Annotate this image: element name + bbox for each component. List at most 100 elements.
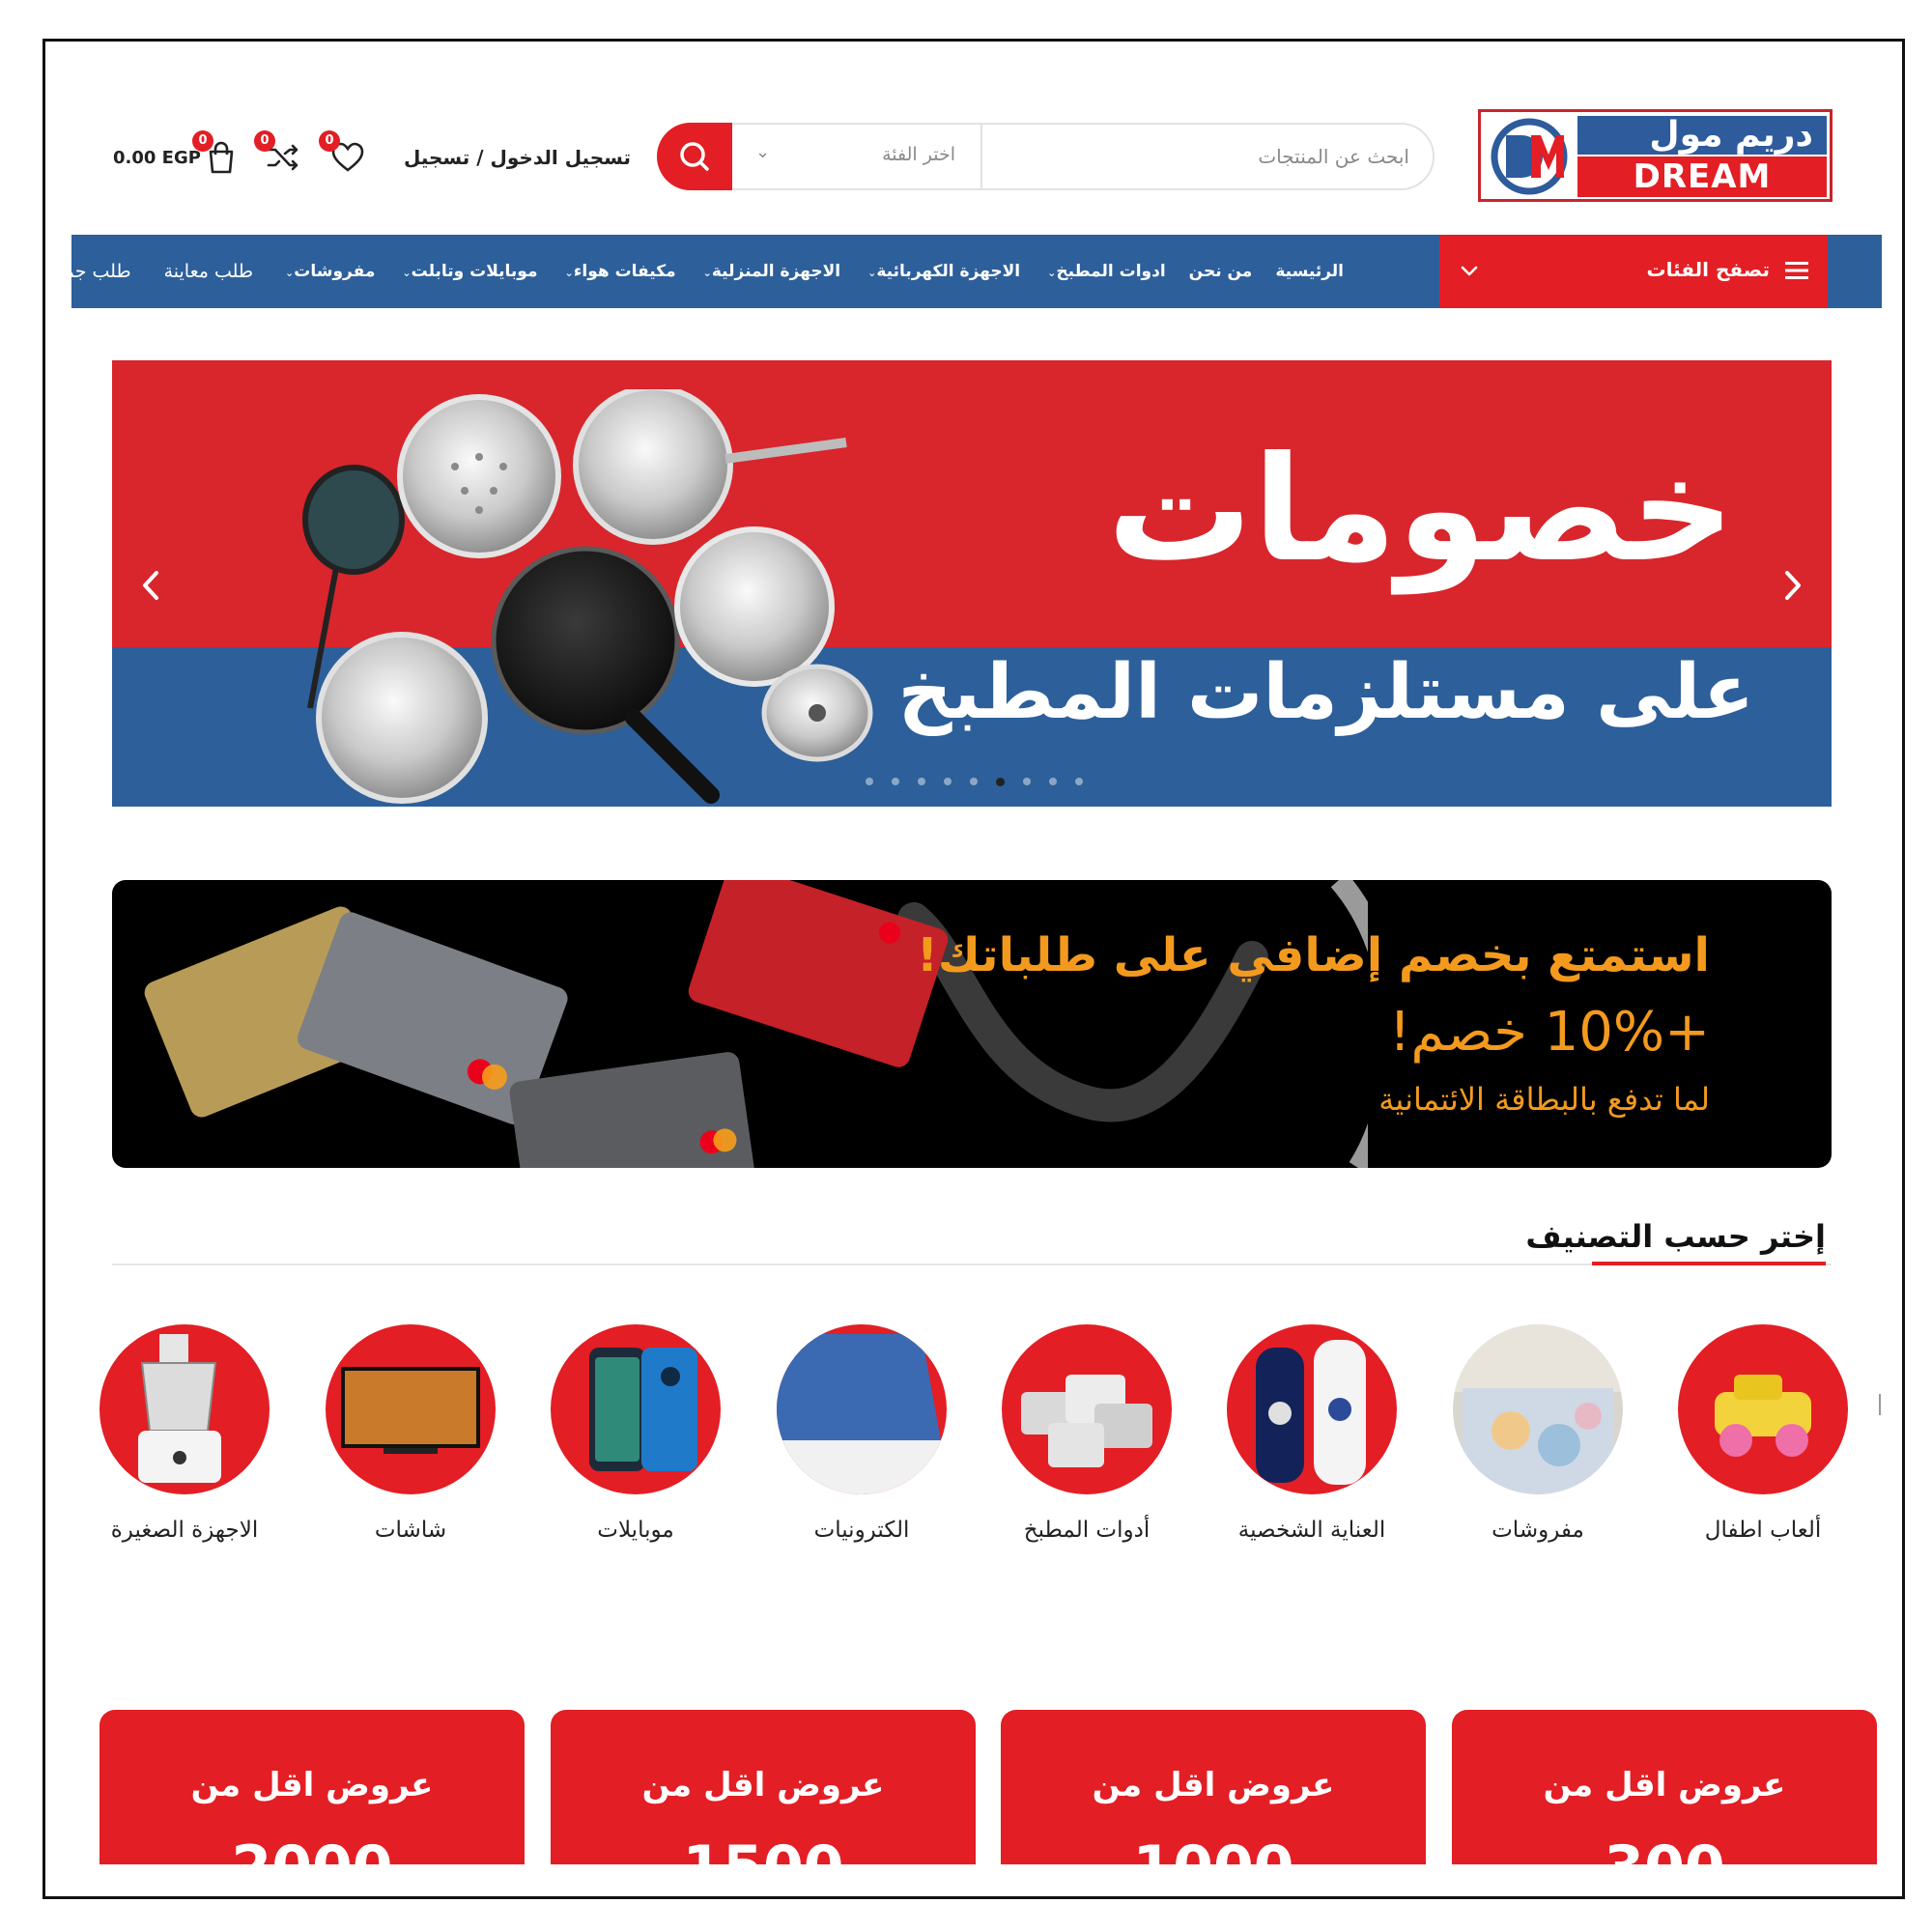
wishlist-count-badge: 0 [319,130,340,152]
category-label: موبايلات [597,1518,674,1543]
credit-card-promo-banner[interactable]: استمتع بخصم إضافي على طلباتك! +10% خصم! … [112,880,1832,1168]
compare-button[interactable]: 0 [254,130,302,177]
slider-dot[interactable] [944,778,952,785]
category-label: أدوات المطبخ [1023,1518,1151,1543]
cart-total: 0.00 EGP [113,148,201,168]
nav-item-label: ادوات المطبخ [1056,262,1166,281]
category-item[interactable]: موبايلات [551,1324,721,1543]
nav-item[interactable]: طلب معاينة [148,261,270,282]
bedding-icon [1453,1324,1623,1494]
cart-button[interactable]: 0 [192,130,241,177]
category-select[interactable]: اختر الفئة ⌄ [732,125,979,188]
nav-item[interactable]: من نحن [1178,262,1264,281]
logo-arabic-text: دريم مول [1577,116,1827,155]
offer-card[interactable]: عروض اقل من 1000 [1001,1710,1426,1864]
pots-icon [1002,1324,1172,1494]
section-title: إختر حسب التصنيف [1525,1218,1826,1255]
promo-discount: +10% خصم! [1388,1001,1710,1064]
category-item[interactable]: مفروشات [1453,1324,1623,1543]
slider-dot[interactable] [1075,778,1083,785]
chevron-left-icon[interactable] [131,561,170,610]
nav-item[interactable]: الاجهزة المنزلية⌄ [688,262,852,281]
category-item[interactable]: العناية الشخصية [1227,1324,1397,1543]
wishlist-button[interactable]: 0 [319,130,367,177]
offer-title: عروض اقل من [1543,1766,1786,1804]
deodorant-icon [1227,1324,1397,1494]
chevron-down-icon: ⌄ [564,267,574,279]
section-title-underline [1592,1262,1826,1265]
site-logo[interactable]: دريم مول DREAM MALL [1478,109,1833,237]
chevron-down-icon: ⌄ [702,267,712,279]
nav-item[interactable]: طلب جملة [45,261,148,282]
offer-title: عروض اقل من [641,1766,885,1804]
carousel-scroll-indicator [1879,1394,1881,1415]
search-button[interactable] [657,123,732,190]
browser-page: دريم مول DREAM MALL اختر الفئة ⌄ تسجيل ا… [43,39,1905,1899]
category-label: العناية الشخصية [1237,1518,1386,1543]
nav-item-label: الرئيسية [1275,262,1344,281]
compare-count-badge: 0 [254,130,275,152]
chevron-right-icon[interactable] [1774,561,1812,610]
category-label: الاجهزة الصغيرة [110,1518,259,1543]
nav-item-label: طلب جملة [48,261,131,282]
offer-amount: 300 [1452,1833,1877,1864]
chevron-down-icon: ⌄ [402,267,412,279]
promo-note: لما تدفع بالبطاقة الائتمانية [1378,1081,1710,1118]
chevron-down-icon [1461,266,1478,276]
chevron-down-icon: ⌄ [1047,267,1057,279]
nav-item-label: مفروشات [294,262,376,281]
offer-amount: 1500 [551,1833,976,1864]
promo-headline: استمتع بخصم إضافي على طلباتك! [916,928,1710,982]
slider-dot[interactable] [892,778,899,785]
slider-dot[interactable] [866,778,873,785]
category-item[interactable]: شاشات [326,1324,496,1543]
slider-dot[interactable] [1023,778,1031,785]
category-label: شاشات [374,1518,447,1543]
main-navigation: تصفح الفئات الرئيسية من نحن ادوات المطبخ⌄ ا… [48,235,1882,308]
logo-english-text: DREAM MALL [1577,156,1827,237]
hero-slider[interactable]: خصومات على مستلزمات المطبخ [112,360,1832,807]
credit-cards-image [144,880,1368,1168]
offer-amount: 2000 [99,1833,525,1864]
nav-item[interactable]: الرئيسية [1264,262,1355,281]
offer-amount: 1000 [1001,1833,1426,1864]
laptop-icon [777,1324,947,1494]
browse-categories-button[interactable]: تصفح الفئات [1439,235,1828,308]
slider-dot[interactable] [1049,778,1057,785]
nav-item-label: طلب معاينة [163,261,254,282]
nav-item-label: الاجهزة المنزلية [711,262,841,281]
chevron-down-icon: ⌄ [867,267,877,279]
logo-mark-icon [1491,118,1568,195]
nav-item[interactable]: مكيفات هواء⌄ [549,262,687,281]
toy-car-icon [1678,1324,1848,1494]
nav-item-label: الاجهزة الكهربائية [876,262,1021,281]
menu-icon [1785,262,1808,279]
category-item[interactable]: الاجهزة الصغيرة [99,1324,270,1543]
category-label: ألعاب اطفال [1704,1518,1822,1543]
category-label: الكترونيات [813,1518,910,1543]
offer-card[interactable]: عروض اقل من 2000 [99,1710,525,1864]
offer-title: عروض اقل من [190,1766,434,1804]
nav-item-label: مكيفات هواء [573,262,676,281]
smartphones-icon [551,1324,721,1494]
nav-item[interactable]: ادوات المطبخ⌄ [1032,262,1178,281]
offer-card[interactable]: عروض اقل من 1500 [551,1710,976,1864]
food-processor-icon [99,1324,270,1494]
slider-dot[interactable] [970,778,978,785]
slider-dot[interactable] [996,778,1005,786]
slider-pagination [866,778,1083,786]
offer-card[interactable]: عروض اقل من 300 [1452,1710,1877,1864]
category-item[interactable]: أدوات المطبخ [1002,1324,1172,1543]
slider-dot[interactable] [918,778,925,785]
category-select-label: اختر الفئة [882,144,955,165]
nav-item[interactable]: موبايلات وتابلت⌄ [386,262,549,281]
nav-item[interactable]: الاجهزة الكهربائية⌄ [852,262,1032,281]
cookware-image [302,389,873,804]
nav-item[interactable]: مفروشات⌄ [270,262,386,281]
category-item[interactable]: الكترونيات [777,1324,947,1543]
login-register-link[interactable]: تسجيل الدخول / تسجيل [404,146,631,169]
offer-title: عروض اقل من [1092,1766,1335,1804]
chevron-down-icon: ⌄ [285,267,295,279]
category-item[interactable]: ألعاب اطفال [1678,1324,1848,1543]
search-input[interactable] [979,125,1433,188]
